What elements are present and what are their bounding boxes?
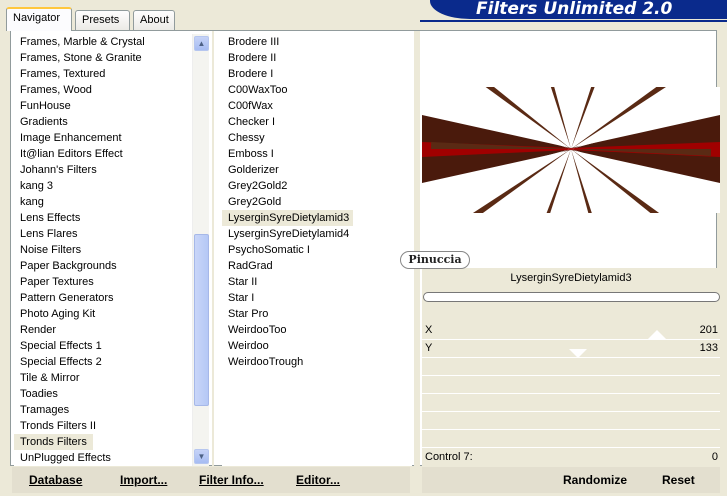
filter-item[interactable]: Star II <box>222 274 412 290</box>
chevron-up-icon: ▲ <box>197 39 206 48</box>
category-item[interactable]: Tramages <box>14 402 192 418</box>
control-row-6 <box>422 412 720 430</box>
filter-item[interactable]: RadGrad <box>222 258 412 274</box>
randomize-button[interactable]: Randomize <box>563 473 627 487</box>
slider-x-thumb[interactable] <box>648 330 666 339</box>
category-item[interactable]: Render <box>14 322 192 338</box>
control-row-4 <box>422 376 720 394</box>
filter-item[interactable]: LyserginSyreDietylamid3 <box>222 210 354 226</box>
slider-control-7[interactable]: Control 7: 0 <box>422 449 720 467</box>
category-item[interactable]: Johann's Filters <box>14 162 192 178</box>
filter-item[interactable]: Grey2Gold <box>222 194 412 210</box>
category-item[interactable]: UnPlugged Effects <box>14 450 192 466</box>
filter-item[interactable]: Star Pro <box>222 306 412 322</box>
filter-item[interactable]: Brodere I <box>222 66 412 82</box>
category-item[interactable]: Tronds Filters <box>14 434 93 450</box>
filter-item[interactable]: C00fWax <box>222 98 412 114</box>
slider-x-label: X <box>425 324 433 336</box>
editor-button[interactable]: Editor... <box>296 473 340 487</box>
filter-item[interactable]: Star I <box>222 290 412 306</box>
filter-item[interactable]: WeirdooTrough <box>222 354 412 370</box>
filter-item[interactable]: Checker I <box>222 114 412 130</box>
import-button[interactable]: Import... <box>120 473 167 487</box>
panel-divider <box>414 31 420 466</box>
category-item[interactable]: kang <box>14 194 192 210</box>
category-list: Frames, Marble & Crystal Frames, Stone & … <box>14 34 192 466</box>
category-scrollbar[interactable]: ▲ ▼ <box>192 34 209 466</box>
slider-y-label: Y <box>425 342 433 354</box>
filter-item[interactable]: Golderizer <box>222 162 412 178</box>
control-7-label: Control 7: <box>425 451 473 463</box>
scroll-down-button[interactable]: ▼ <box>194 449 209 464</box>
filter-item[interactable]: Weirdoo <box>222 338 412 354</box>
tab-presets[interactable]: Presets <box>75 10 130 30</box>
filter-item[interactable]: Brodere II <box>222 50 412 66</box>
control-row-5 <box>422 394 720 412</box>
filter-list: Brodere III Brodere II Brodere I C00WaxToo C… <box>222 34 412 466</box>
reset-button[interactable]: Reset <box>662 473 695 487</box>
category-item[interactable]: Pattern Generators <box>14 290 192 306</box>
filter-item[interactable]: PsychoSomatic I <box>222 242 412 258</box>
category-item[interactable]: Paper Backgrounds <box>14 258 192 274</box>
category-item[interactable]: Lens Flares <box>14 226 192 242</box>
slider-x[interactable]: X 201 <box>422 322 720 340</box>
category-item[interactable]: Gradients <box>14 114 192 130</box>
slider-y-thumb[interactable] <box>569 349 587 358</box>
control-7-value: 0 <box>711 451 718 463</box>
filter-item[interactable]: Brodere III <box>222 34 412 50</box>
category-item[interactable]: Frames, Marble & Crystal <box>14 34 192 50</box>
preview-graphic <box>422 87 720 213</box>
filter-info-button[interactable]: Filter Info... <box>199 473 264 487</box>
control-row-3 <box>422 358 720 376</box>
slider-y-value: 133 <box>699 342 718 354</box>
category-item[interactable]: Special Effects 1 <box>14 338 192 354</box>
control-row-7 <box>422 430 720 448</box>
banner-underline <box>420 20 727 22</box>
scroll-up-button[interactable]: ▲ <box>194 36 209 51</box>
category-item[interactable]: FunHouse <box>14 98 192 114</box>
slider-y[interactable]: Y 133 <box>422 340 720 358</box>
chevron-down-icon: ▼ <box>197 452 206 461</box>
category-item[interactable]: Frames, Wood <box>14 82 192 98</box>
preview-image <box>422 87 720 213</box>
filter-item[interactable]: C00WaxToo <box>222 82 412 98</box>
scroll-thumb[interactable] <box>194 234 209 406</box>
category-item[interactable]: Photo Aging Kit <box>14 306 192 322</box>
tab-about[interactable]: About <box>133 10 175 30</box>
current-filter-name: LyserginSyreDietylamid3 <box>510 272 632 284</box>
category-item[interactable]: Lens Effects <box>14 210 192 226</box>
filter-item[interactable]: Emboss I <box>222 146 412 162</box>
category-item[interactable]: Image Enhancement <box>14 130 192 146</box>
watermark-logo: Pinuccia <box>400 251 470 269</box>
progress-bar <box>423 292 720 302</box>
filter-item[interactable]: LyserginSyreDietylamid4 <box>222 226 412 242</box>
category-item[interactable]: Noise Filters <box>14 242 192 258</box>
category-item[interactable]: Toadies <box>14 386 192 402</box>
category-item[interactable]: Special Effects 2 <box>14 354 192 370</box>
slider-x-value: 201 <box>699 324 718 336</box>
tab-navigator[interactable]: Navigator <box>6 7 72 31</box>
filter-item[interactable]: WeirdooToo <box>222 322 412 338</box>
category-item[interactable]: Frames, Textured <box>14 66 192 82</box>
category-item[interactable]: It@lian Editors Effect <box>14 146 192 162</box>
filter-item[interactable]: Chessy <box>222 130 412 146</box>
filter-item[interactable]: Grey2Gold2 <box>222 178 412 194</box>
list-divider <box>212 31 214 466</box>
banner-title: Filters Unlimited 2.0 <box>476 0 673 19</box>
category-item[interactable]: kang 3 <box>14 178 192 194</box>
category-item[interactable]: Paper Textures <box>14 274 192 290</box>
category-item[interactable]: Tronds Filters II <box>14 418 192 434</box>
category-item[interactable]: Frames, Stone & Granite <box>14 50 192 66</box>
database-button[interactable]: Database <box>29 473 82 487</box>
category-item[interactable]: Tile & Mirror <box>14 370 192 386</box>
tab-bar: Navigator Presets About <box>6 6 176 31</box>
